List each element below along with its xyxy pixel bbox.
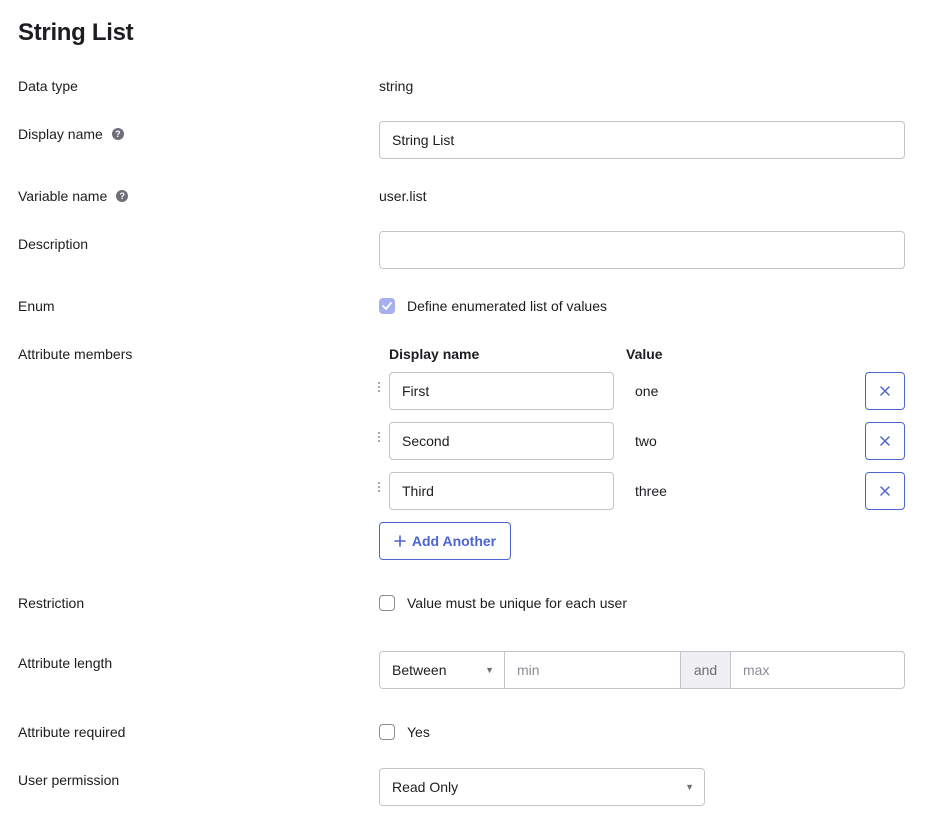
- data-type-label: Data type: [18, 78, 78, 94]
- length-min-input[interactable]: min: [505, 652, 681, 688]
- remove-member-button[interactable]: [865, 372, 905, 410]
- close-icon: [880, 436, 890, 446]
- user-permission-value: Read Only: [392, 779, 459, 795]
- member-display-name-value: Second: [402, 433, 450, 449]
- attribute-members-label: Attribute members: [18, 346, 132, 362]
- display-name-label: Display name ?: [18, 126, 124, 142]
- page-title: String List: [18, 19, 134, 46]
- member-display-name-value: Third: [402, 483, 434, 499]
- required-checkbox-label[interactable]: Yes: [407, 724, 430, 740]
- restriction-label-text: Restriction: [18, 595, 85, 611]
- remove-member-button[interactable]: [865, 472, 905, 510]
- restriction-checkbox[interactable]: [379, 595, 395, 611]
- chevron-down-icon: ▼: [685, 782, 694, 792]
- member-value: one: [635, 383, 659, 399]
- remove-member-button[interactable]: [865, 422, 905, 460]
- drag-handle-icon[interactable]: [378, 482, 382, 492]
- restriction-label: Restriction: [18, 595, 84, 611]
- member-display-name-input[interactable]: Second: [389, 422, 614, 460]
- description-label-text: Description: [18, 236, 89, 252]
- drag-handle-icon[interactable]: [378, 382, 382, 392]
- length-operator-select[interactable]: Between ▼: [380, 652, 505, 688]
- required-checkbox[interactable]: [379, 724, 395, 740]
- length-operator-value: Between: [392, 662, 447, 678]
- attribute-required-label-text: Attribute required: [18, 724, 126, 740]
- variable-name-label-text: Variable name: [18, 188, 108, 204]
- members-col-value: Value: [626, 346, 663, 362]
- help-icon[interactable]: ?: [111, 128, 124, 140]
- plus-icon: [394, 535, 406, 547]
- enum-label-text: Enum: [18, 298, 55, 314]
- drag-handle-icon[interactable]: [378, 432, 382, 442]
- attribute-length-group: Between ▼ min and max: [379, 651, 905, 689]
- close-icon: [880, 386, 890, 396]
- length-and-addon: and: [681, 652, 731, 688]
- display-name-input[interactable]: String List: [379, 121, 905, 159]
- member-display-name-input[interactable]: First: [389, 372, 614, 410]
- add-another-label: Add Another: [411, 533, 497, 549]
- help-icon[interactable]: ?: [116, 190, 129, 202]
- member-display-name-input[interactable]: Third: [389, 472, 614, 510]
- add-another-button[interactable]: Add Another: [379, 522, 511, 560]
- enum-checkbox-label[interactable]: Define enumerated list of values: [407, 298, 607, 314]
- attribute-length-label: Attribute length: [18, 655, 112, 671]
- chevron-down-icon: ▼: [485, 665, 494, 675]
- length-max-placeholder: max: [743, 662, 770, 678]
- variable-name-value: user.list: [379, 188, 427, 204]
- display-name-input-value: String List: [392, 132, 455, 148]
- enum-checkbox[interactable]: [379, 298, 395, 314]
- data-type-value: string: [379, 78, 414, 94]
- restriction-checkbox-label[interactable]: Value must be unique for each user: [407, 595, 627, 611]
- display-name-label-text: Display name: [18, 126, 103, 142]
- data-type-label-text: Data type: [18, 78, 78, 94]
- user-permission-label-text: User permission: [18, 772, 120, 788]
- user-permission-select[interactable]: Read Only ▼: [379, 768, 705, 806]
- variable-name-label: Variable name ?: [18, 188, 129, 204]
- member-display-name-value: First: [402, 383, 430, 399]
- member-value: two: [635, 433, 657, 449]
- members-col-display-name: Display name: [389, 346, 480, 362]
- attribute-required-label: Attribute required: [18, 724, 125, 740]
- close-icon: [880, 486, 890, 496]
- attribute-length-label-text: Attribute length: [18, 655, 113, 671]
- check-icon: [382, 302, 392, 310]
- length-max-input[interactable]: max: [731, 652, 904, 688]
- description-input[interactable]: [379, 231, 905, 269]
- member-value: three: [635, 483, 667, 499]
- length-min-placeholder: min: [517, 662, 540, 678]
- attribute-members-label-text: Attribute members: [18, 346, 133, 362]
- description-label: Description: [18, 236, 88, 252]
- user-permission-label: User permission: [18, 772, 119, 788]
- enum-label: Enum: [18, 298, 55, 314]
